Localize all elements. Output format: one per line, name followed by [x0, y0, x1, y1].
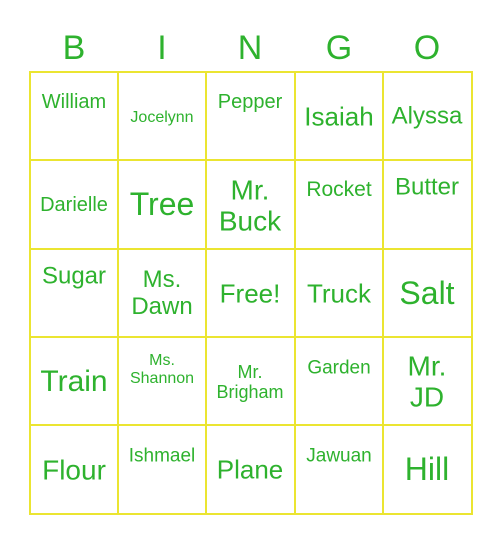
header-letter-o: O	[413, 29, 441, 67]
cell-label: Plane	[216, 454, 284, 485]
bingo-cell[interactable]: Salt	[383, 249, 471, 337]
cell-label: Mr. Brigham	[216, 361, 284, 402]
header-letter-g: G	[325, 29, 353, 67]
cell-label: Garden	[307, 357, 371, 379]
bingo-cell[interactable]: Flour	[30, 425, 118, 513]
bingo-cell[interactable]: Truck	[295, 249, 383, 337]
bingo-cell[interactable]: Mr. Buck	[206, 160, 294, 248]
bingo-cell[interactable]: Pepper	[206, 72, 294, 160]
bingo-cell[interactable]: Train	[30, 337, 118, 425]
cell-label: Train	[40, 365, 108, 399]
header-letter-n: N	[237, 29, 263, 67]
cell-label: Alyssa	[391, 102, 463, 130]
cell-label: Pepper	[217, 90, 283, 113]
cell-label: Hill	[404, 451, 450, 488]
cell-label: Jocelynn	[130, 109, 194, 127]
bingo-cell[interactable]: Sugar	[30, 249, 118, 337]
header-letter-i: I	[157, 29, 167, 67]
cell-label: Rocket	[306, 178, 372, 202]
cell-label: Isaiah	[304, 101, 374, 132]
cell-label: Darielle	[40, 193, 108, 216]
cell-label: Free!	[219, 278, 281, 309]
bingo-cell[interactable]: William	[30, 72, 118, 160]
cell-label: Mr. Buck	[218, 174, 282, 237]
bingo-cell[interactable]: Ishmael	[118, 425, 206, 513]
bingo-cell[interactable]: Free!	[206, 249, 294, 337]
cell-label: Jawuan	[306, 445, 372, 467]
cell-label: Mr. JD	[407, 350, 447, 413]
cell-label: Butter	[394, 173, 460, 201]
bingo-cell[interactable]: Tree	[118, 160, 206, 248]
bingo-cell[interactable]: Hill	[383, 425, 471, 513]
cell-label: Ishmael	[128, 445, 196, 467]
bingo-cell[interactable]: Alyssa	[383, 72, 471, 160]
header-letter-b: B	[62, 29, 86, 67]
bingo-cell[interactable]: Isaiah	[295, 72, 383, 160]
bingo-cell[interactable]: Ms. Shannon	[118, 337, 206, 425]
bingo-cell[interactable]: Garden	[295, 337, 383, 425]
bingo-cell[interactable]: Rocket	[295, 160, 383, 248]
cell-label: Salt	[399, 275, 455, 312]
bingo-cell[interactable]: Jawuan	[295, 425, 383, 513]
cell-label: Truck	[306, 278, 372, 309]
bingo-cell[interactable]: Mr. Brigham	[206, 337, 294, 425]
cell-label: Flour	[42, 454, 106, 486]
cell-label: Tree	[129, 186, 195, 223]
cell-label: Ms. Shannon	[129, 352, 195, 387]
cell-label: Ms. Dawn	[131, 266, 193, 320]
cell-label: William	[41, 90, 107, 113]
bingo-cell[interactable]: Jocelynn	[118, 72, 206, 160]
bingo-cell[interactable]: Butter	[383, 160, 471, 248]
cell-label: Sugar	[41, 262, 107, 290]
bingo-cell[interactable]: Ms. Dawn	[118, 249, 206, 337]
bingo-cell[interactable]: Darielle	[30, 160, 118, 248]
bingo-cell[interactable]: Mr. JD	[383, 337, 471, 425]
bingo-cell[interactable]: Plane	[206, 425, 294, 513]
